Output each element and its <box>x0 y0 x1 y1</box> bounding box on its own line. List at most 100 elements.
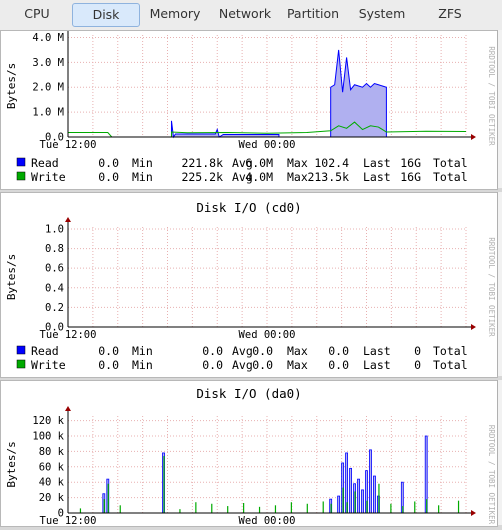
y-tick-label: 100 k <box>32 431 64 443</box>
disk-io-da0-chart: Disk I/O (da0)020 k40 k60 k80 k100 k120 … <box>5 386 496 527</box>
read-bar <box>357 478 360 514</box>
legend-max: 0.0 <box>328 344 349 358</box>
y-axis-label: Bytes/s <box>5 441 18 487</box>
scroll-strip[interactable] <box>497 192 502 376</box>
legend-max-label: Max <box>287 358 308 372</box>
legend-cur: 0.0 <box>98 344 119 358</box>
legend-total-label: Total <box>433 358 468 372</box>
x-tick-label: Wed 00:00 <box>239 139 296 151</box>
tab-zfs[interactable]: ZFS <box>420 3 480 25</box>
chart-title: Disk I/O (cd0) <box>196 200 301 215</box>
tab-cpu[interactable]: CPU <box>8 3 66 25</box>
legend-name: Write <box>31 170 66 184</box>
y-tick-label: 1.0 <box>45 223 64 235</box>
tab-memory[interactable]: Memory <box>142 3 208 25</box>
y-tick-label: 0.6 <box>45 263 64 275</box>
legend-last-label: Last <box>363 344 391 358</box>
graph-panel-total: 0.0 1.0 M 2.0 M 3.0 M 4.0 M Bytes/s RRDTOOL / … <box>0 25 498 190</box>
legend-cur: 0.0 <box>98 358 119 372</box>
x-axis-arrow <box>471 134 476 140</box>
legend-last: 16G <box>400 170 421 184</box>
legend-last: 16G <box>400 156 421 170</box>
legend-last: 0 <box>414 358 421 372</box>
legend-last-label: Last <box>363 156 391 170</box>
legend-min-label: Min <box>132 358 153 372</box>
read-bar <box>337 495 341 514</box>
tab-system[interactable]: System <box>350 3 414 25</box>
graph-panel-da0: Disk I/O (da0) 0 20 k 40 k 60 k 80 k 100 k 120 … <box>0 380 498 527</box>
legend-total-label: Total <box>433 170 468 184</box>
legend-min-label: Min <box>132 170 153 184</box>
x-tick-label: Tue 12:00 <box>40 139 97 151</box>
legend-min: 225.2k <box>181 170 223 184</box>
legend-name: Write <box>31 358 66 372</box>
legend-name: Read <box>31 156 59 170</box>
disk-io-cd0-chart: Disk I/O (cd0) 0.0 0.2 0.4 0.6 0.8 1.0 Bytes/s R… <box>5 200 496 372</box>
x-axis-arrow <box>471 510 476 516</box>
legend-max-label: Max <box>287 156 308 170</box>
legend-min-label: Min <box>132 344 153 358</box>
write-legend-swatch <box>16 171 26 181</box>
legend-avg: 0.0 <box>252 344 273 358</box>
read-bar <box>373 475 376 514</box>
x-tick-label: Tue 12:00 <box>40 329 97 341</box>
y-tick-label: 120 k <box>32 415 64 427</box>
y-tick-label: 40 k <box>39 477 65 489</box>
legend-cur: 0.0 <box>98 156 119 170</box>
legend-min-label: Min <box>132 156 153 170</box>
y-axis-arrow <box>65 406 71 411</box>
y-axis-arrow <box>65 217 71 222</box>
y-tick-label: 60 k <box>39 461 65 473</box>
x-tick-label: Wed 00:00 <box>239 515 296 526</box>
x-tick-label: Wed 00:00 <box>239 329 296 341</box>
y-axis-label: Bytes/s <box>5 63 18 109</box>
chart-title: Disk I/O (da0) <box>196 386 301 401</box>
read-legend-swatch <box>16 157 26 167</box>
y-tick-label: 3.0 M <box>32 57 64 69</box>
legend-max: 213.5k <box>307 170 349 184</box>
read-bar <box>361 489 364 514</box>
tab-partition[interactable]: Partition <box>282 3 344 25</box>
legend-cur: 0.0 <box>98 170 119 184</box>
legend-last-label: Last <box>363 170 391 184</box>
read-legend-swatch <box>16 345 26 355</box>
y-tick-label: 1.0 M <box>32 107 64 119</box>
legend-avg: 6.0M <box>245 156 273 170</box>
legend-avg: 4.0M <box>245 170 273 184</box>
legend-name: Read <box>31 344 59 358</box>
legend-total-label: Total <box>433 156 468 170</box>
watermark-text: RRDTOOL / TOBI OETIKER <box>487 237 496 337</box>
y-tick-label: 0.4 <box>45 282 64 294</box>
y-tick-label: 80 k <box>39 446 65 458</box>
legend-max: 0.0 <box>328 358 349 372</box>
tab-network[interactable]: Network <box>212 3 278 25</box>
x-axis-arrow <box>471 324 476 330</box>
scroll-strip[interactable] <box>497 380 502 525</box>
legend-avg: 0.0 <box>252 358 273 372</box>
y-tick-label: 0.8 <box>45 243 64 255</box>
legend-max: 102.4 <box>314 156 349 170</box>
write-legend-swatch <box>16 359 26 369</box>
legend-avg-label: Avg <box>232 358 253 372</box>
legend-total-label: Total <box>433 344 468 358</box>
legend-min: 0.0 <box>202 344 223 358</box>
legend-max-label: Max <box>287 170 308 184</box>
legend-min: 0.0 <box>202 358 223 372</box>
watermark-text: RRDTOOL / TOBI OETIKER <box>487 46 496 146</box>
x-tick-label: Tue 12:00 <box>40 515 97 526</box>
y-tick-label: 2.0 M <box>32 82 64 94</box>
legend-avg-label: Avg <box>232 344 253 358</box>
y-axis-label: Bytes/s <box>5 254 18 300</box>
graph-panel-cd0: Disk I/O (cd0) 0.0 0.2 0.4 0.6 0.8 1.0 Bytes/s R… <box>0 192 498 378</box>
legend-last: 0 <box>414 344 421 358</box>
y-tick-label: 20 k <box>39 492 65 504</box>
scroll-strip[interactable] <box>497 30 502 188</box>
legend-max-label: Max <box>287 344 308 358</box>
disk-io-total-chart: 0.0 1.0 M 2.0 M 3.0 M 4.0 M Bytes/s RRDTOOL / … <box>5 25 496 184</box>
y-tick-label: 4.0 M <box>32 32 64 44</box>
tab-bar: CPU Disk Memory Network Partition System… <box>0 0 502 31</box>
read-bar <box>349 467 352 514</box>
read-bar <box>369 449 372 514</box>
legend-min: 221.8k <box>181 156 223 170</box>
tab-disk[interactable]: Disk <box>72 3 140 27</box>
